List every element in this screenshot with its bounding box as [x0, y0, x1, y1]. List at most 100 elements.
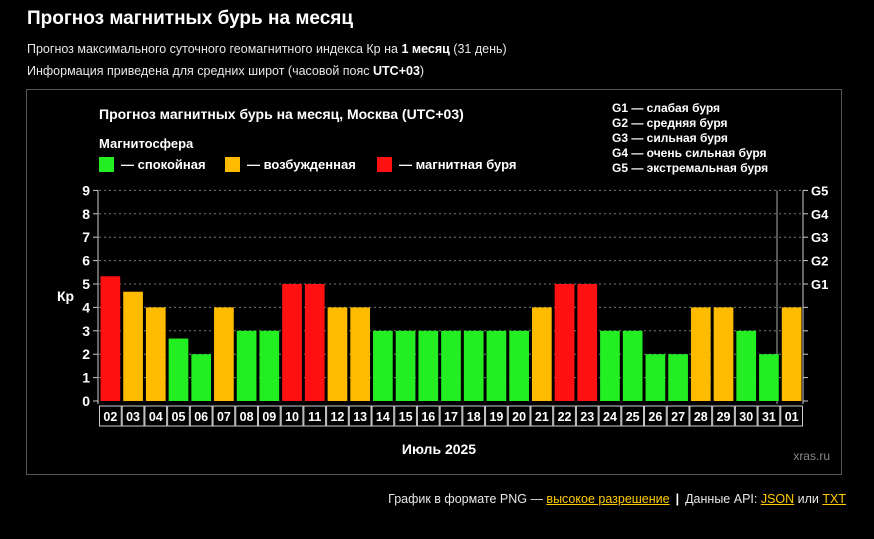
subtitle-bold: 1 месяц [401, 42, 450, 56]
bar-06 [191, 354, 212, 401]
bar-08 [236, 330, 257, 401]
legend-label-excited: — возбужденная [247, 157, 356, 172]
x-tick-label: 13 [353, 410, 367, 424]
footer-separator: | [675, 492, 680, 506]
x-tick-label: 18 [467, 410, 481, 424]
g-legend-item: G2 — средняя буря [612, 116, 728, 130]
legend-label-calm: — спокойная [121, 157, 206, 172]
x-tick-label: 21 [535, 410, 549, 424]
x-tick-label: 25 [626, 410, 640, 424]
watermark: xras.ru [793, 449, 830, 463]
x-tick-label: 03 [126, 410, 140, 424]
bar-01 [781, 307, 802, 401]
y-tick-label: 9 [82, 182, 90, 198]
bar-11 [304, 284, 325, 401]
x-tick-label: 14 [376, 410, 390, 424]
legend-swatch-storm [377, 157, 392, 172]
y-tick-label: 3 [82, 323, 90, 339]
x-tick-label: 27 [671, 410, 685, 424]
g-scale-label: G3 [811, 230, 828, 245]
info-pre: Информация приведена для средних широт (… [27, 64, 373, 78]
g-legend-item: G5 — экстремальная буря [612, 161, 768, 175]
legend-swatch-excited [225, 157, 240, 172]
high-res-link[interactable]: высокое разрешение [546, 492, 669, 506]
x-tick-label: 29 [717, 410, 731, 424]
g-legend-item: G3 — сильная буря [612, 131, 728, 145]
x-tick-label: 19 [489, 410, 503, 424]
x-tick-label: 09 [262, 410, 276, 424]
bar-07 [214, 307, 234, 401]
bar-20 [509, 330, 529, 401]
bar-16 [418, 330, 439, 401]
info-line: Информация приведена для средних широт (… [27, 64, 424, 78]
bar-27 [668, 354, 688, 401]
api-text: Данные API: [685, 492, 761, 506]
y-tick-label: 5 [82, 276, 90, 292]
bar-13 [350, 307, 371, 401]
bar-30 [736, 330, 757, 401]
bar-04 [145, 307, 166, 401]
bar-14 [373, 330, 393, 401]
page-title: Прогноз магнитных бурь на месяц [27, 8, 354, 29]
y-tick-label: 1 [82, 370, 90, 386]
x-tick-label: 10 [285, 410, 299, 424]
x-tick-label: 23 [580, 410, 594, 424]
legend-title: Магнитосфера [99, 136, 194, 151]
footer: График в формате PNG — высокое разрешени… [388, 492, 846, 506]
info-post: ) [419, 64, 425, 78]
json-link[interactable]: JSON [761, 492, 794, 506]
subtitle: Прогноз максимального суточного геомагни… [27, 42, 507, 56]
bar-25 [622, 330, 643, 401]
x-tick-label: 22 [558, 410, 572, 424]
g-scale-label: G2 [811, 254, 828, 269]
x-tick-label: 04 [149, 410, 163, 424]
x-tick-label: 17 [444, 410, 458, 424]
bar-02 [100, 276, 121, 401]
kp-chart: Прогноз магнитных бурь на месяц, Москва … [57, 101, 830, 463]
y-tick-label: 0 [82, 393, 90, 409]
x-tick-label: 30 [739, 410, 753, 424]
g-scale-label: G4 [811, 207, 829, 222]
legend-label-storm: — магнитная буря [399, 157, 516, 172]
bar-19 [486, 330, 507, 401]
bar-15 [395, 330, 416, 401]
or-text: или [794, 492, 823, 506]
legend-swatch-calm [99, 157, 114, 172]
x-tick-label: 15 [399, 410, 413, 424]
x-axis-label: Июль 2025 [402, 441, 476, 457]
x-tick-label: 12 [330, 410, 344, 424]
bar-26 [645, 354, 666, 401]
png-text: График в формате PNG — [388, 492, 547, 506]
chart-frame: Прогноз магнитных бурь на месяц, Москва … [26, 89, 842, 475]
y-tick-label: 7 [82, 229, 90, 245]
x-tick-label: 01 [785, 410, 799, 424]
txt-link[interactable]: TXT [822, 492, 846, 506]
g-legend-item: G1 — слабая буря [612, 101, 720, 115]
bar-05 [168, 338, 189, 401]
bar-28 [690, 307, 711, 401]
x-tick-label: 24 [603, 410, 617, 424]
bar-29 [713, 307, 734, 401]
x-tick-label: 05 [172, 410, 186, 424]
info-bold: UTC+03 [373, 64, 420, 78]
y-tick-label: 4 [82, 299, 90, 315]
x-tick-label: 16 [421, 410, 435, 424]
bar-22 [554, 284, 575, 401]
y-tick-label: 6 [82, 253, 90, 269]
y-tick-label: 8 [82, 206, 90, 222]
x-tick-label: 02 [103, 410, 117, 424]
x-tick-label: 11 [308, 410, 321, 424]
bar-17 [441, 330, 461, 401]
g-scale-label: G5 [811, 183, 828, 198]
bar-10 [282, 284, 302, 401]
x-tick-label: 08 [240, 410, 254, 424]
x-tick-label: 28 [694, 410, 708, 424]
subtitle-pre: Прогноз максимального суточного геомагни… [27, 42, 402, 56]
bar-09 [259, 330, 280, 401]
bar-31 [759, 354, 779, 401]
g-scale-label: G1 [811, 277, 828, 292]
bar-23 [577, 284, 598, 401]
chart-title: Прогноз магнитных бурь на месяц, Москва … [99, 106, 464, 122]
bar-18 [463, 330, 484, 401]
bar-24 [600, 330, 620, 401]
